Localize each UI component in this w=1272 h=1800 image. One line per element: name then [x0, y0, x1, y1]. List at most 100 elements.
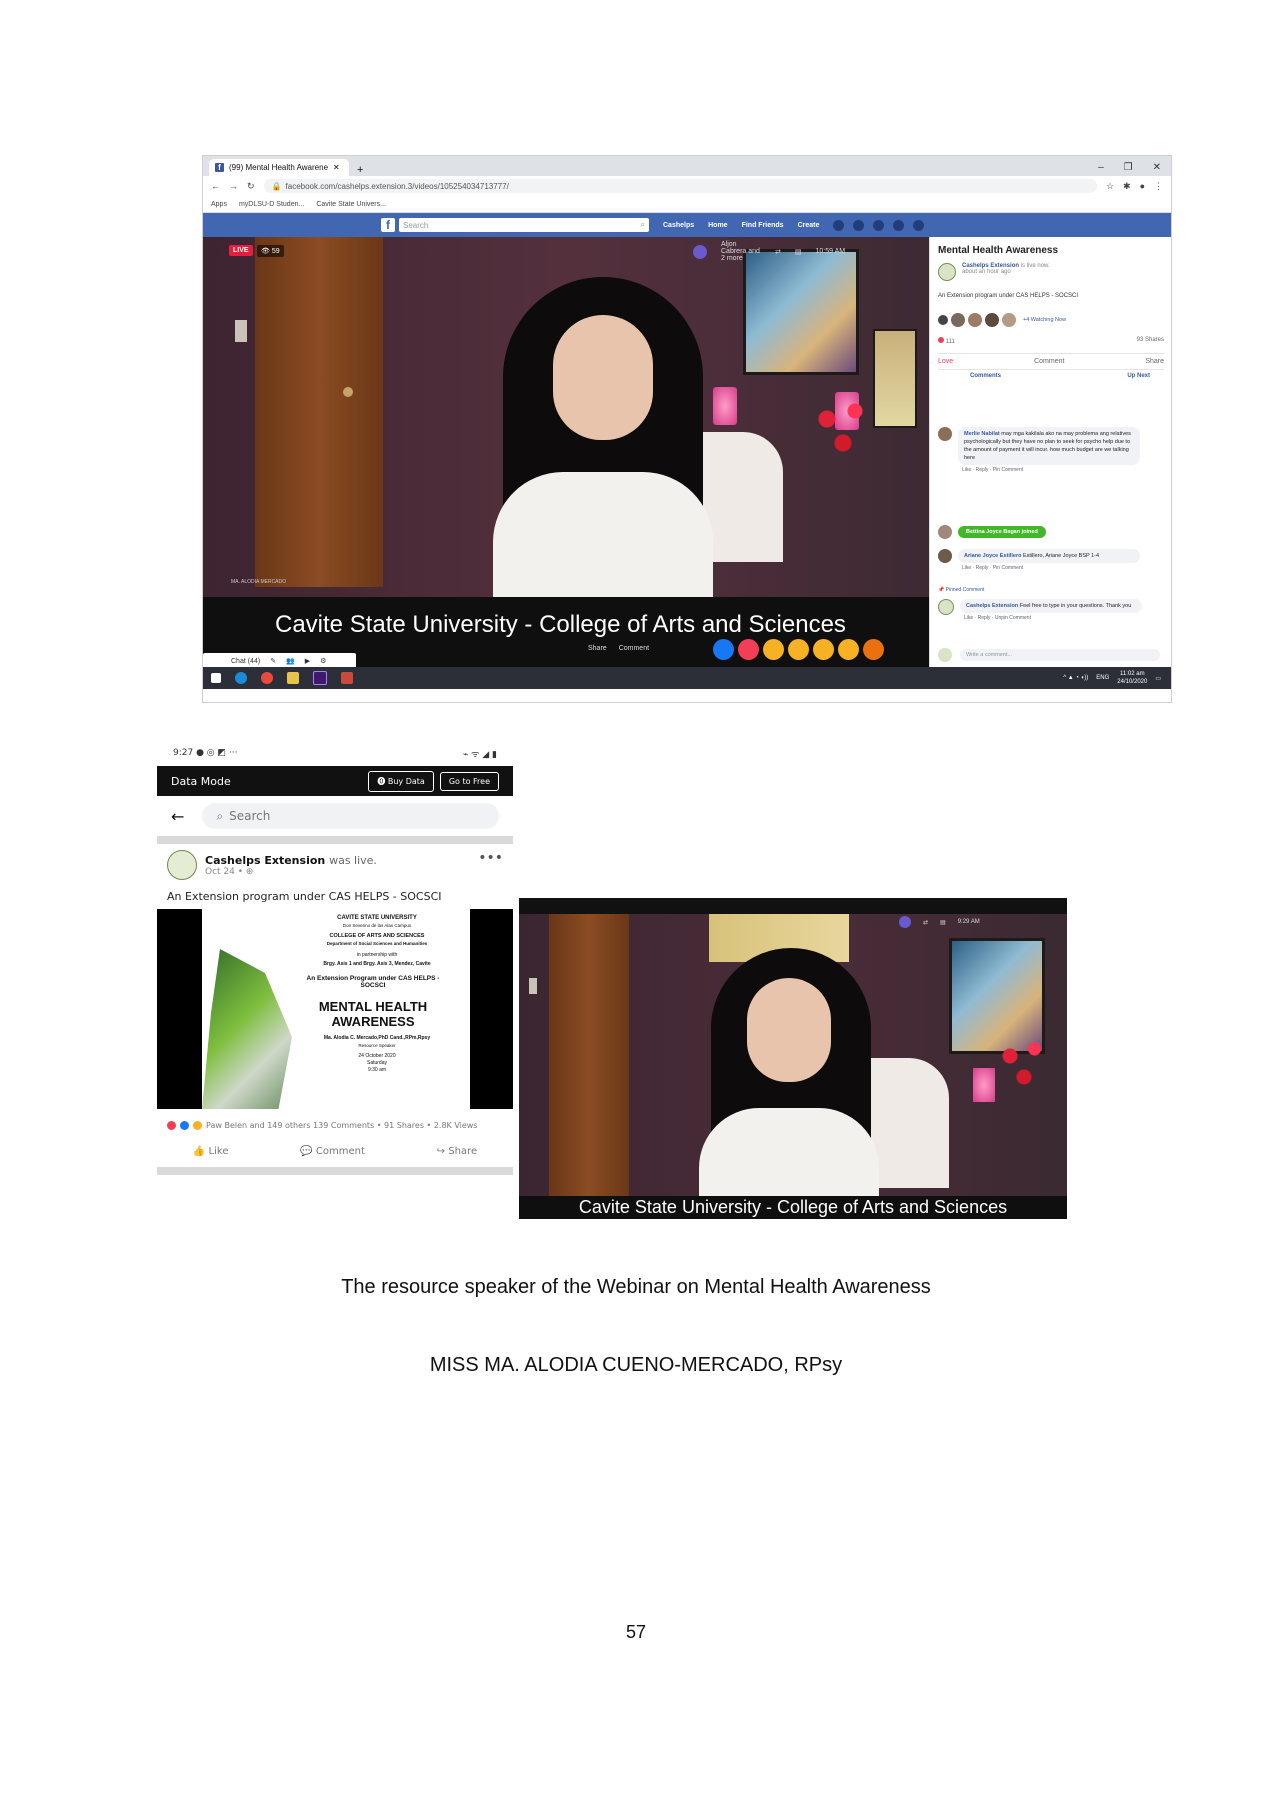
page-avatar[interactable]	[167, 850, 197, 880]
event-poster: CAVITE STATE UNIVERSITY Don Severino de …	[202, 909, 470, 1109]
app-icon[interactable]	[341, 672, 353, 684]
post-stats-text[interactable]: Paw Belen and 149 others 139 Comments • …	[206, 1121, 477, 1130]
windows-start-icon[interactable]	[211, 673, 221, 683]
tab-comments[interactable]: Comments	[970, 373, 1001, 379]
share-action-button[interactable]: Share	[1145, 358, 1164, 365]
wow-reaction-icon[interactable]	[813, 639, 834, 660]
comment-action-button[interactable]: Comment	[1034, 358, 1064, 365]
like-icon	[180, 1121, 189, 1130]
quick-help-icon[interactable]	[893, 219, 905, 231]
edge-icon[interactable]	[235, 672, 247, 684]
maximize-icon[interactable]: ❐	[1124, 162, 1133, 173]
messenger-icon[interactable]	[853, 219, 865, 231]
clock-time[interactable]: 11:02 am	[1117, 670, 1147, 678]
like-button[interactable]: 👍 Like	[193, 1146, 229, 1157]
phone-search-row: ← ⌕ Search	[157, 796, 513, 836]
bookmark-cvsu[interactable]: Cavite State Univers...	[316, 201, 386, 208]
comment-meta[interactable]: Like · Reply · Unpin Comment	[964, 615, 1142, 621]
account-menu-icon[interactable]	[913, 219, 925, 231]
nav-home[interactable]: Home	[708, 222, 727, 229]
tab-up-next[interactable]: Up Next	[1127, 373, 1150, 379]
notification-center-icon[interactable]: ▭	[1155, 675, 1161, 682]
people-icon[interactable]: 👥	[286, 657, 295, 665]
edit-icon[interactable]: ✎	[270, 657, 276, 665]
tray-icons[interactable]: ^ ▲ ◔ ◖))	[1063, 675, 1088, 681]
light-switch	[529, 978, 537, 994]
settings-icon[interactable]: ⚙	[320, 657, 326, 665]
profile-icon[interactable]: ●	[1140, 181, 1145, 191]
bookmark-dlsu[interactable]: myDLSU-D Studen...	[239, 201, 304, 208]
browser-tab[interactable]: f (99) Mental Health Awarene ✕	[209, 159, 349, 176]
painting	[743, 249, 859, 375]
haha-reaction-icon[interactable]	[788, 639, 809, 660]
sad-reaction-icon[interactable]	[838, 639, 859, 660]
chat-icon[interactable]: ▤	[940, 919, 946, 926]
search-icon: ⌕	[216, 808, 224, 823]
comment-button[interactable]: 💬 Comment	[300, 1146, 365, 1157]
fb-search-input[interactable]: Search ⌕	[399, 218, 649, 232]
comment-button[interactable]: Comment	[619, 645, 649, 652]
live-video[interactable]: LIVE 👁 59 Aljon Cabrera and 2 more ⇄ ▤ 1…	[203, 237, 929, 667]
close-window-icon[interactable]: ✕	[1153, 162, 1161, 173]
notifications-icon[interactable]	[873, 219, 885, 231]
viewer-count: 👁 59	[257, 245, 284, 257]
forward-icon[interactable]: →	[229, 181, 238, 191]
video-call-icon[interactable]: ▶	[305, 657, 310, 665]
write-comment-input[interactable]: Write a comment...	[960, 649, 1160, 661]
love-reaction-icon[interactable]	[738, 639, 759, 660]
like-reaction-icon[interactable]	[713, 639, 734, 660]
chat-icon[interactable]: ▤	[795, 248, 802, 256]
go-to-free-button[interactable]: Go to Free	[439, 771, 499, 791]
commenter-name[interactable]: Cashelps Extension	[966, 603, 1018, 609]
chrome-icon[interactable]	[261, 672, 273, 684]
bookmark-apps[interactable]: Apps	[211, 201, 227, 208]
signal-icons: ⌁ ᯤ ◢ ▮	[462, 749, 497, 760]
more-options-icon[interactable]: •••	[478, 850, 503, 866]
premiere-icon[interactable]	[313, 671, 327, 685]
minimize-icon[interactable]: –	[1098, 162, 1104, 173]
video-time: 10:59 AM	[815, 248, 846, 255]
file-explorer-icon[interactable]	[287, 672, 299, 684]
facebook-post: Cashelps Extension was live. Oct 24 • ⊕ …	[157, 844, 513, 1115]
star-icon[interactable]: ☆	[1106, 181, 1114, 192]
post-image[interactable]: CAVITE STATE UNIVERSITY Don Severino de …	[157, 909, 513, 1109]
facebook-logo-icon[interactable]: f	[381, 218, 395, 232]
back-icon[interactable]: ←	[211, 181, 220, 191]
clock-date[interactable]: 24/10/2020	[1117, 678, 1147, 686]
stats-icon[interactable]: ⇄	[923, 919, 928, 926]
nav-create[interactable]: Create	[798, 222, 820, 229]
menu-icon[interactable]: ⋮	[1154, 181, 1163, 192]
share-button[interactable]: Share	[588, 645, 607, 652]
language-indicator[interactable]: ENG	[1096, 675, 1109, 681]
statue-graphic	[202, 949, 292, 1109]
nav-find-friends[interactable]: Find Friends	[742, 222, 784, 229]
shares-count: 93 Shares	[1136, 337, 1164, 343]
stats-icon[interactable]: ⇄	[775, 248, 781, 256]
light-switch	[235, 320, 247, 342]
bookmarks-bar: Apps myDLSU-D Studen... Cavite State Uni…	[203, 196, 1171, 213]
love-button[interactable]: Love	[938, 358, 953, 365]
back-arrow-icon[interactable]: ←	[171, 807, 184, 826]
care-reaction-icon[interactable]	[763, 639, 784, 660]
phone-search-input[interactable]: ⌕ Search	[202, 803, 499, 829]
commenter-name[interactable]: Merlie Nabilat	[964, 431, 1000, 437]
phone-time: 9:27	[173, 748, 194, 758]
facebook-icon: f	[215, 163, 224, 172]
search-icon[interactable]: ⌕	[641, 220, 645, 230]
comment-meta[interactable]: Like · Reply · Pin Comment	[962, 467, 1140, 473]
url-input[interactable]: 🔒 facebook.com/cashelps.extension.3/vide…	[263, 179, 1097, 193]
reload-icon[interactable]: ↻	[247, 181, 255, 192]
extension-icon[interactable]: ✱	[1123, 181, 1131, 192]
close-icon[interactable]: ✕	[333, 163, 340, 172]
post-page-name[interactable]: Cashelps Extension	[205, 854, 325, 867]
share-icon: ↪	[436, 1146, 449, 1157]
nav-profile[interactable]: Cashelps	[663, 222, 694, 229]
commenter-name[interactable]: Ariane Joyce Estillero	[964, 553, 1021, 559]
angry-reaction-icon[interactable]	[863, 639, 884, 660]
comment-meta[interactable]: Like · Reply · Pin Comment	[962, 565, 1140, 571]
comment-icon: 💬	[300, 1146, 316, 1157]
buy-data-button[interactable]: ⓿ Buy Data	[368, 770, 434, 792]
friends-icon[interactable]	[833, 219, 845, 231]
new-tab-icon[interactable]: +	[357, 164, 363, 176]
share-button[interactable]: ↪ Share	[437, 1146, 477, 1157]
